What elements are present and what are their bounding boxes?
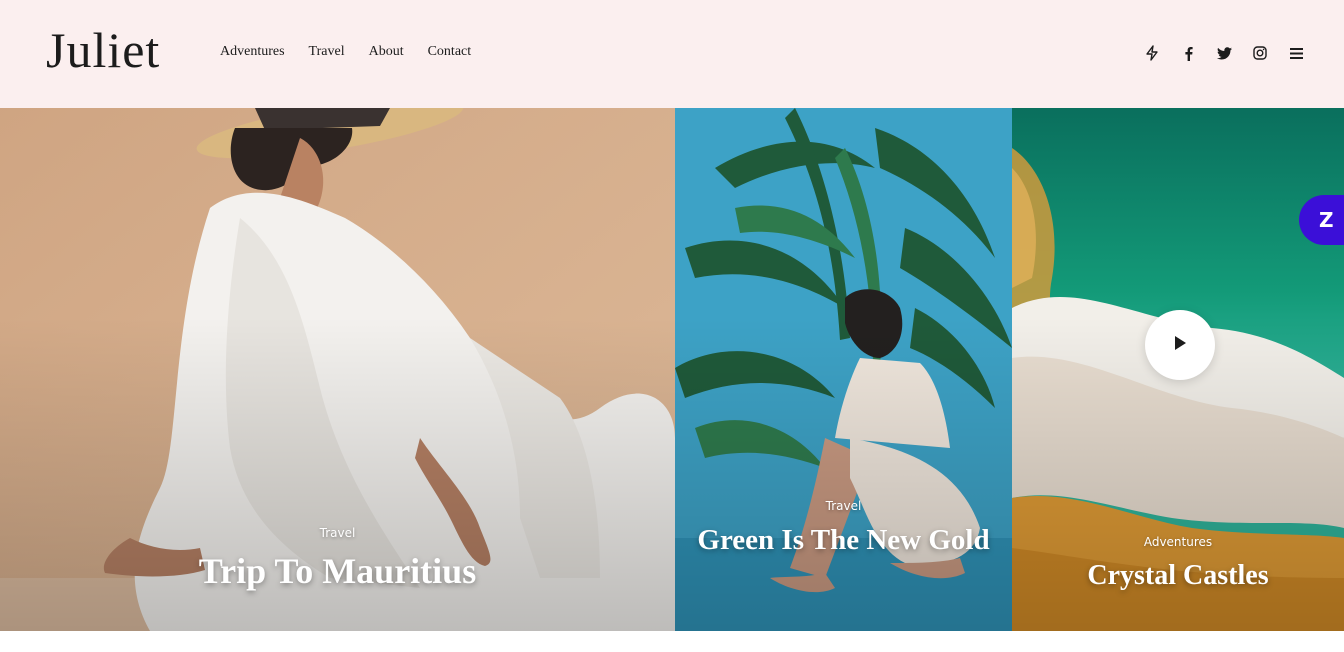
chat-widget-button[interactable]: Z	[1299, 195, 1344, 245]
nav-link-contact[interactable]: Contact	[428, 42, 472, 62]
nav-link-adventures[interactable]: Adventures	[220, 42, 285, 62]
nav-link-about[interactable]: About	[369, 42, 404, 62]
nav-link-travel[interactable]: Travel	[309, 42, 345, 62]
post-caption: Travel Green Is The New Gold	[675, 498, 1012, 558]
post-card-green-is-the-new-gold[interactable]: Travel Green Is The New Gold	[675, 108, 1012, 631]
post-caption: Adventures Crystal Castles	[1012, 534, 1344, 594]
chat-badge-label: Z	[1319, 208, 1334, 232]
play-icon	[1173, 335, 1187, 355]
post-caption: Travel Trip To Mauritius	[0, 525, 675, 593]
play-button[interactable]	[1145, 310, 1215, 380]
post-category[interactable]: Travel	[20, 525, 655, 541]
facebook-icon[interactable]	[1170, 40, 1206, 66]
post-card-crystal-castles[interactable]: Adventures Crystal Castles	[1012, 108, 1344, 631]
bolt-icon[interactable]	[1134, 40, 1170, 66]
post-title[interactable]: Trip To Mauritius	[20, 549, 655, 593]
featured-posts: Travel Trip To Mauritius Travel Green Is…	[0, 108, 1344, 631]
menu-icon[interactable]	[1278, 40, 1314, 66]
image-overlay	[675, 317, 1012, 631]
twitter-icon[interactable]	[1206, 40, 1242, 66]
post-category[interactable]: Travel	[695, 498, 992, 514]
post-card-trip-to-mauritius[interactable]: Travel Trip To Mauritius	[0, 108, 675, 631]
post-title[interactable]: Green Is The New Gold	[695, 522, 992, 558]
post-title[interactable]: Crystal Castles	[1032, 558, 1324, 594]
post-category[interactable]: Adventures	[1032, 534, 1324, 550]
site-header: Juliet Adventures Travel About Contact	[0, 0, 1344, 108]
header-icons	[1134, 40, 1314, 66]
main-nav: Adventures Travel About Contact	[220, 42, 495, 62]
site-logo[interactable]: Juliet	[46, 18, 160, 82]
instagram-icon[interactable]	[1242, 40, 1278, 66]
